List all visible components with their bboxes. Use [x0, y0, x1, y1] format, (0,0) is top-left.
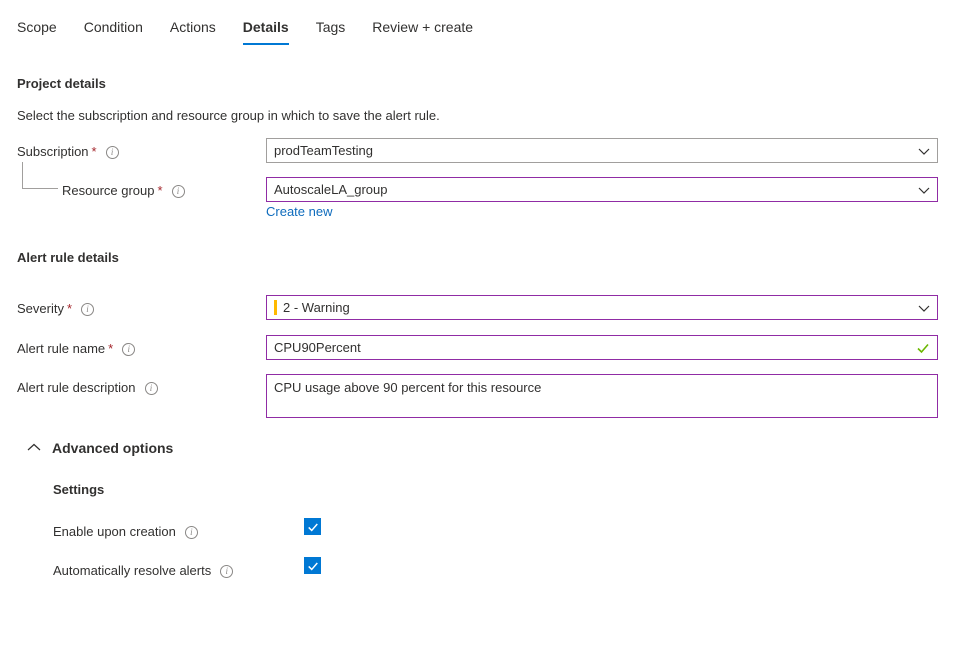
resource-group-label: Resource group * i — [62, 182, 185, 200]
info-icon[interactable]: i — [220, 565, 233, 578]
info-icon[interactable]: i — [185, 526, 198, 539]
alert-rule-description-label-text: Alert rule description — [17, 379, 136, 397]
resource-group-required-asterisk: * — [158, 182, 163, 200]
chevron-up-icon — [26, 440, 42, 456]
resource-group-value: AutoscaleLA_group — [274, 182, 912, 197]
checkmark-icon — [307, 521, 319, 533]
alert-rule-name-label-text: Alert rule name — [17, 340, 105, 358]
severity-value: 2 - Warning — [283, 300, 912, 315]
alert-rule-details-heading: Alert rule details — [17, 250, 119, 265]
settings-heading: Settings — [53, 482, 104, 497]
checkmark-icon — [307, 560, 319, 572]
enable-upon-creation-checkbox[interactable] — [304, 518, 321, 535]
info-icon[interactable]: i — [122, 343, 135, 356]
info-icon[interactable]: i — [145, 382, 158, 395]
chevron-down-icon — [918, 302, 930, 314]
info-icon[interactable]: i — [172, 185, 185, 198]
advanced-options-label: Advanced options — [52, 440, 173, 456]
automatically-resolve-alerts-checkbox[interactable] — [304, 557, 321, 574]
automatically-resolve-alerts-label: Automatically resolve alerts i — [53, 562, 233, 580]
alert-rule-name-input[interactable]: CPU90Percent — [266, 335, 938, 360]
enable-upon-creation-label: Enable upon creation i — [53, 523, 198, 541]
tab-scope[interactable]: Scope — [17, 19, 57, 45]
chevron-down-icon — [918, 145, 930, 157]
severity-required-asterisk: * — [67, 300, 72, 318]
tab-tags[interactable]: Tags — [316, 19, 346, 45]
resource-group-dropdown[interactable]: AutoscaleLA_group — [266, 177, 938, 202]
subscription-value: prodTeamTesting — [274, 143, 912, 158]
chevron-down-icon — [918, 184, 930, 196]
tab-review-create[interactable]: Review + create — [372, 19, 473, 45]
create-new-resource-group-link[interactable]: Create new — [266, 204, 332, 219]
resource-group-label-text: Resource group — [62, 182, 155, 200]
alert-rule-name-value: CPU90Percent — [274, 340, 916, 355]
project-details-heading: Project details — [17, 76, 106, 91]
alert-rule-description-label: Alert rule description i — [17, 379, 158, 397]
alert-rule-name-label: Alert rule name * i — [17, 340, 135, 358]
tab-actions[interactable]: Actions — [170, 19, 216, 45]
tab-details[interactable]: Details — [243, 19, 289, 45]
wizard-tab-bar: Scope Condition Actions Details Tags Rev… — [0, 0, 974, 49]
subscription-label: Subscription * i — [17, 143, 119, 161]
subscription-dropdown[interactable]: prodTeamTesting — [266, 138, 938, 163]
severity-color-indicator — [274, 300, 277, 315]
checkmark-valid-icon — [916, 341, 930, 355]
severity-dropdown[interactable]: 2 - Warning — [266, 295, 938, 320]
automatically-resolve-alerts-label-text: Automatically resolve alerts — [53, 562, 211, 580]
tab-condition[interactable]: Condition — [84, 19, 143, 45]
subscription-required-asterisk: * — [92, 143, 97, 161]
subscription-label-text: Subscription — [17, 143, 89, 161]
severity-label: Severity * i — [17, 300, 94, 318]
alert-rule-name-required-asterisk: * — [108, 340, 113, 358]
enable-upon-creation-label-text: Enable upon creation — [53, 523, 176, 541]
severity-label-text: Severity — [17, 300, 64, 318]
alert-rule-description-textarea[interactable] — [266, 374, 938, 418]
info-icon[interactable]: i — [81, 303, 94, 316]
project-details-description: Select the subscription and resource gro… — [17, 108, 440, 123]
resource-group-tree-connector — [22, 162, 58, 189]
advanced-options-toggle[interactable]: Advanced options — [26, 440, 173, 456]
info-icon[interactable]: i — [106, 146, 119, 159]
